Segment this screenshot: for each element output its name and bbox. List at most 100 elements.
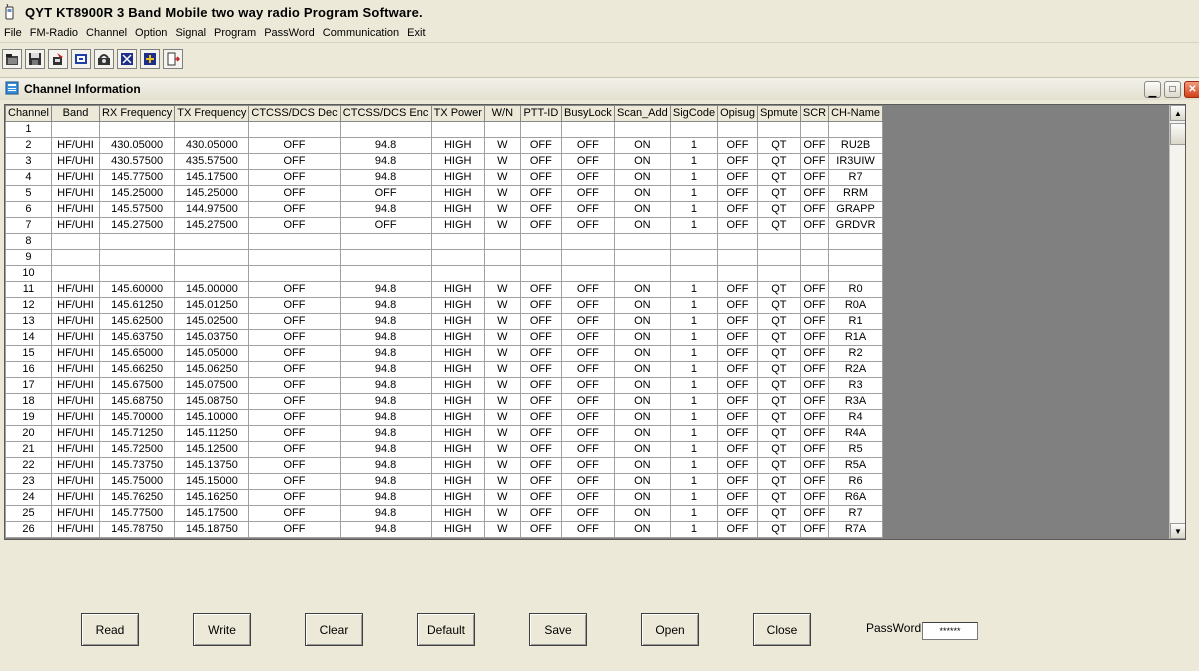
table-row[interactable]: 15 HF/UHI 145.65000 145.05000 OFF 94.8 HIGH W OF…	[5, 345, 883, 362]
table-cell[interactable]: 145.01250	[174, 297, 250, 314]
table-cell[interactable]	[519, 265, 562, 282]
table-cell[interactable]: 7	[5, 217, 52, 234]
table-cell[interactable]: OFF	[799, 489, 830, 506]
table-cell[interactable]: 4	[5, 169, 52, 186]
table-cell[interactable]: OFF	[799, 185, 830, 202]
table-cell[interactable]: 145.71250	[98, 425, 176, 442]
table-cell[interactable]: HIGH	[430, 137, 485, 154]
table-cell[interactable]: OFF	[560, 377, 615, 394]
table-cell[interactable]: QT	[756, 169, 801, 186]
table-cell[interactable]: OFF	[799, 457, 830, 474]
table-cell[interactable]: ON	[613, 377, 671, 394]
table-cell[interactable]	[248, 121, 341, 138]
table-row[interactable]: 21 HF/UHI 145.72500 145.12500 OFF 94.8 HIGH W OF…	[5, 441, 883, 458]
table-row[interactable]: 17 HF/UHI 145.67500 145.07500 OFF 94.8 HIGH W OF…	[5, 377, 883, 394]
table-cell[interactable]: OFF	[248, 217, 341, 234]
table-row[interactable]: 25 HF/UHI 145.77500 145.17500 OFF 94.8 HIGH W OF…	[5, 505, 883, 522]
table-row[interactable]: 14 HF/UHI 145.63750 145.03750 OFF 94.8 HIGH W OF…	[5, 329, 883, 346]
table-cell[interactable]: ON	[613, 313, 671, 330]
table-row[interactable]: 11 HF/UHI 145.60000 145.00000 OFF 94.8 HIGH W OF…	[5, 281, 883, 298]
table-cell[interactable]: ON	[613, 489, 671, 506]
table-cell[interactable]: HIGH	[430, 489, 485, 506]
table-cell[interactable]: QT	[756, 281, 801, 298]
table-cell[interactable]	[717, 265, 758, 282]
table-cell[interactable]: OFF	[519, 441, 562, 458]
table-cell[interactable]: 94.8	[339, 361, 432, 378]
info-icon[interactable]	[117, 49, 137, 69]
table-cell[interactable]: HIGH	[430, 217, 485, 234]
table-cell[interactable]: QT	[756, 425, 801, 442]
table-cell[interactable]	[430, 233, 485, 250]
table-cell[interactable]: OFF	[248, 361, 341, 378]
table-cell[interactable]: HF/UHI	[50, 361, 100, 378]
table-cell[interactable]: OFF	[519, 473, 562, 490]
table-cell[interactable]: OFF	[717, 185, 758, 202]
table-cell[interactable]: HIGH	[430, 473, 485, 490]
table-cell[interactable]: ON	[613, 473, 671, 490]
table-cell[interactable]: OFF	[799, 281, 830, 298]
table-cell[interactable]: HIGH	[430, 345, 485, 362]
table-cell[interactable]	[799, 233, 830, 250]
table-cell[interactable]: 11	[5, 281, 52, 298]
table-cell[interactable]: OFF	[799, 521, 830, 538]
table-cell[interactable]	[483, 121, 521, 138]
table-cell[interactable]	[50, 249, 100, 266]
table-cell[interactable]: W	[483, 457, 521, 474]
column-header[interactable]: Band	[50, 105, 100, 122]
table-cell[interactable]: R5A	[828, 457, 883, 474]
table-cell[interactable]	[98, 249, 176, 266]
column-header[interactable]: Spmute	[756, 105, 801, 122]
write-button[interactable]: Write	[193, 613, 251, 646]
table-cell[interactable]: 16	[5, 361, 52, 378]
table-cell[interactable]: 145.15000	[174, 473, 250, 490]
table-cell[interactable]: HF/UHI	[50, 169, 100, 186]
table-cell[interactable]: 145.06250	[174, 361, 250, 378]
table-cell[interactable]: OFF	[248, 329, 341, 346]
table-cell[interactable]: 94.8	[339, 489, 432, 506]
table-cell[interactable]: OFF	[560, 281, 615, 298]
open-icon[interactable]	[2, 49, 22, 69]
table-cell[interactable]: 94.8	[339, 441, 432, 458]
table-cell[interactable]: OFF	[560, 521, 615, 538]
table-cell[interactable]: 1	[669, 217, 719, 234]
table-cell[interactable]: 145.78750	[98, 521, 176, 538]
table-cell[interactable]: OFF	[248, 441, 341, 458]
table-cell[interactable]: QT	[756, 457, 801, 474]
table-cell[interactable]: OFF	[248, 505, 341, 522]
table-cell[interactable]	[717, 121, 758, 138]
table-cell[interactable]: 145.05000	[174, 345, 250, 362]
table-row[interactable]: 5 HF/UHI 145.25000 145.25000 OFF OFF HIGH W OFF O…	[5, 185, 883, 202]
table-cell[interactable]: OFF	[519, 201, 562, 218]
column-header[interactable]: PTT-ID	[519, 105, 562, 122]
table-cell[interactable]	[248, 233, 341, 250]
table-cell[interactable]	[430, 249, 485, 266]
table-row[interactable]: 23 HF/UHI 145.75000 145.15000 OFF 94.8 HIGH W OF…	[5, 473, 883, 490]
table-cell[interactable]: HF/UHI	[50, 393, 100, 410]
table-cell[interactable]: OFF	[248, 521, 341, 538]
table-cell[interactable]: W	[483, 217, 521, 234]
table-cell[interactable]: HF/UHI	[50, 489, 100, 506]
table-cell[interactable]: OFF	[519, 377, 562, 394]
table-cell[interactable]: OFF	[717, 153, 758, 170]
column-header[interactable]: CTCSS/DCS Enc	[339, 105, 432, 122]
table-cell[interactable]: ON	[613, 505, 671, 522]
table-cell[interactable]: ON	[613, 457, 671, 474]
table-cell[interactable]: ON	[613, 185, 671, 202]
table-cell[interactable]: OFF	[560, 505, 615, 522]
table-cell[interactable]: OFF	[560, 473, 615, 490]
table-cell[interactable]: OFF	[717, 361, 758, 378]
table-cell[interactable]: 22	[5, 457, 52, 474]
table-row[interactable]: 9	[5, 249, 883, 266]
table-cell[interactable]: HIGH	[430, 281, 485, 298]
table-cell[interactable]: QT	[756, 185, 801, 202]
table-cell[interactable]	[613, 265, 671, 282]
scroll-thumb[interactable]	[1170, 123, 1185, 145]
table-cell[interactable]: HF/UHI	[50, 329, 100, 346]
table-cell[interactable]: OFF	[519, 345, 562, 362]
table-cell[interactable]: OFF	[717, 505, 758, 522]
table-cell[interactable]: QT	[756, 393, 801, 410]
table-cell[interactable]	[756, 121, 801, 138]
table-cell[interactable]	[174, 249, 250, 266]
table-cell[interactable]	[799, 249, 830, 266]
table-cell[interactable]: R0	[828, 281, 883, 298]
